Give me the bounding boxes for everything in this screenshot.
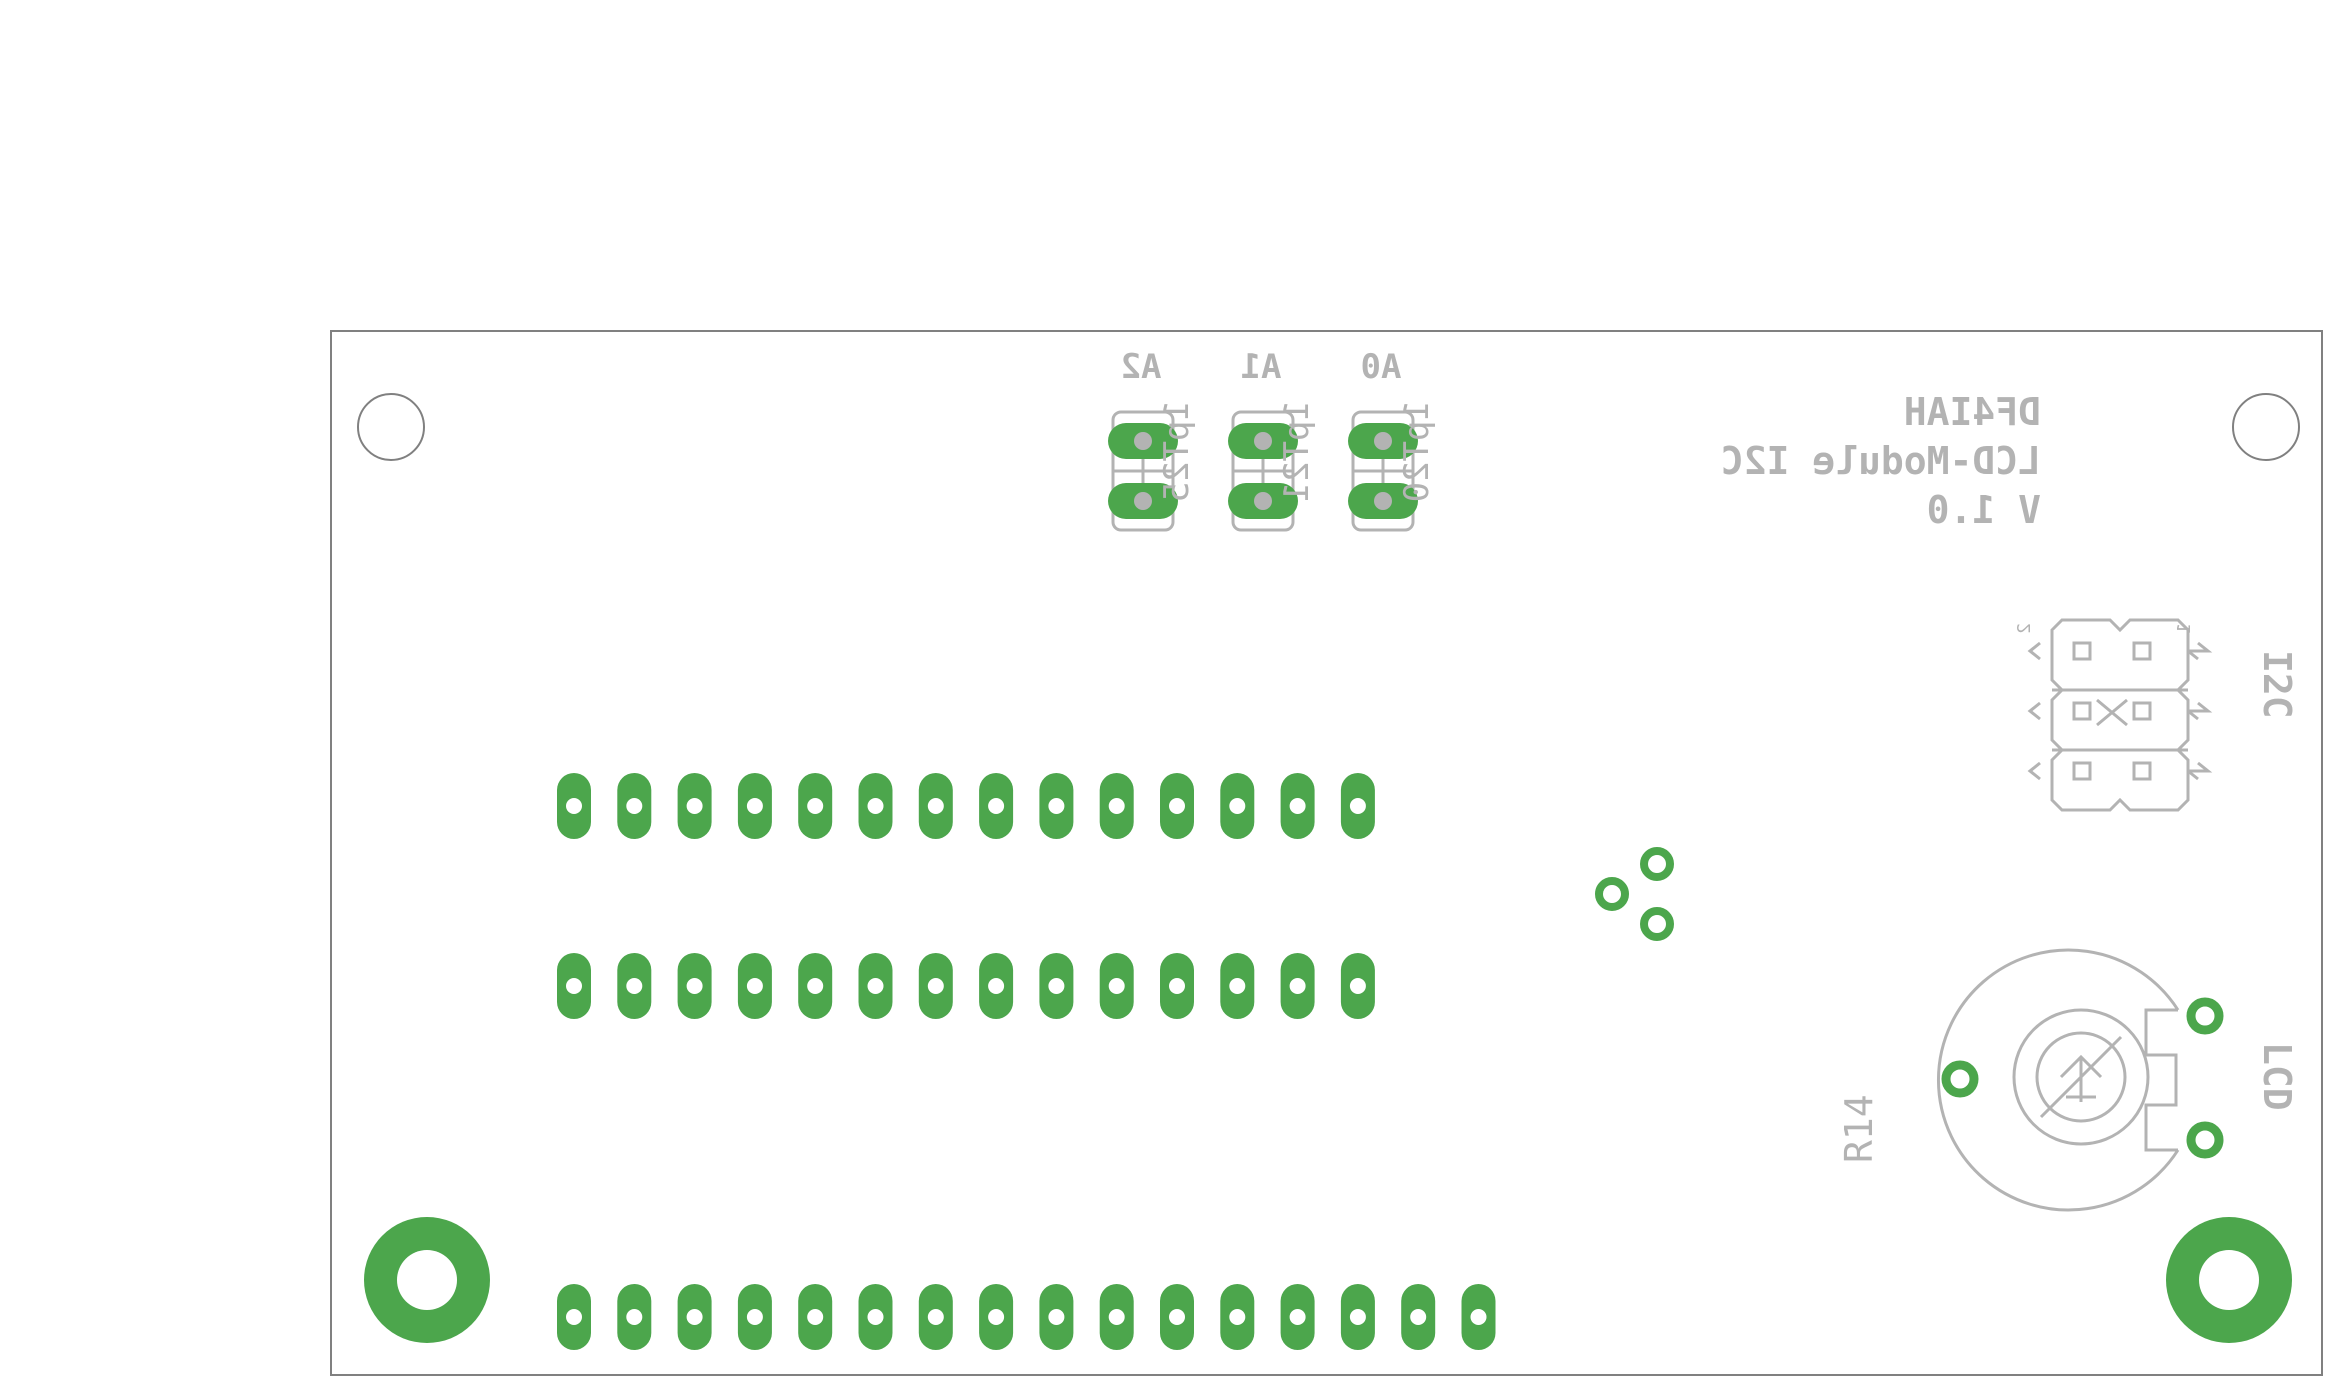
pad-row-3-drill-hole (927, 1309, 944, 1325)
jumper-a2: A2 1pT25 (1108, 347, 1197, 532)
pad-row-3-drill-hole (1349, 1309, 1366, 1325)
i2c-pin-number-1: 1 (2174, 623, 2195, 634)
pad-row-2-drill-hole (1108, 978, 1125, 994)
pad-row-3-drill-hole (1470, 1309, 1487, 1325)
board-title-line-2: LCD-Module I2C (1721, 439, 2041, 483)
pad-row-2-drill-hole (807, 978, 824, 994)
pad-row-3 (557, 1284, 1496, 1350)
pad-row-3-drill-hole (1229, 1309, 1246, 1325)
potentiometer-r14: R14 LCD (1837, 948, 2299, 1212)
pad-row-2-drill-hole (927, 978, 944, 994)
pad-row-2-drill-hole (1048, 978, 1065, 994)
board-title-line-1: DF4IAH (1904, 390, 2041, 434)
jumper-a2-side-label: 1pT25 (1157, 400, 1197, 502)
pad-row-3-drill-hole (626, 1309, 643, 1325)
pad-row-2-drill-hole (566, 978, 582, 994)
pad-row-3-drill-hole (746, 1309, 763, 1325)
pad-row-3-drill-hole (1289, 1309, 1306, 1325)
pad-row-1-drill-hole (746, 798, 763, 814)
pcb-layout: DF4IAH LCD-Module I2C V 1.0 A2 1pT25 A1 … (330, 330, 2323, 1376)
pad-row-1-drill-hole (1169, 798, 1185, 814)
pad-row-2-drill-hole (1289, 978, 1306, 994)
pad-row-3-drill-hole (686, 1309, 703, 1325)
via-group (1595, 847, 1674, 941)
pad-row-1-drill-hole (807, 798, 824, 814)
pad-row-1-drill-hole (626, 798, 643, 814)
pad-row-3-drill-hole (1169, 1309, 1185, 1325)
pad-row-1-drill-hole (1349, 798, 1366, 814)
pad-row-2 (557, 953, 1375, 1019)
jumper-a1: A1 1pT21 (1228, 347, 1317, 532)
board-title: DF4IAH LCD-Module I2C V 1.0 (1721, 390, 2041, 532)
jumper-a0-label: A0 (1361, 347, 1402, 387)
lcd-label: LCD (2255, 1042, 2299, 1111)
pad-row-3-drill-hole (566, 1309, 582, 1325)
jumper-a0: A0 1pT20 (1348, 347, 1437, 532)
pad-row-2-drill-hole (686, 978, 703, 994)
i2c-header: 2 1 I2C (2014, 618, 2299, 812)
pad-row-3-drill-hole (1108, 1309, 1125, 1325)
mounting-hole-top-left (357, 393, 425, 461)
pad-row-3-drill-hole (1410, 1309, 1427, 1325)
pad-row-1-drill-hole (1289, 798, 1306, 814)
jumper-a0-side-label: 1pT20 (1397, 400, 1437, 502)
pad-row-2-drill-hole (746, 978, 763, 994)
pad-row-3-drill-hole (988, 1309, 1005, 1325)
pad-row-1-drill-hole (1108, 798, 1125, 814)
pad-row-1-drill-hole (927, 798, 944, 814)
pad-row-2-drill-hole (1169, 978, 1185, 994)
pad-row-1-drill-hole (988, 798, 1005, 814)
pad-row-1-drill-hole (867, 798, 884, 814)
board-title-line-3: V 1.0 (1927, 488, 2041, 532)
jumper-a2-label: A2 (1121, 347, 1162, 387)
pad-row-1-drill-hole (566, 798, 582, 814)
pad-row-2-drill-hole (1229, 978, 1246, 994)
i2c-pin-number-2: 2 (2014, 623, 2035, 634)
pad-row-1-drill-hole (1048, 798, 1065, 814)
mounting-pad-bottom-left (364, 1217, 490, 1343)
jumper-a1-label: A1 (1241, 347, 1282, 387)
mounting-hole-top-right (2232, 393, 2300, 461)
pad-row-2-drill-hole (1349, 978, 1366, 994)
pad-row-2-drill-hole (867, 978, 884, 994)
pad-row-2-drill-hole (626, 978, 643, 994)
pad-row-1 (557, 773, 1375, 839)
pad-row-3-drill-hole (1048, 1309, 1065, 1325)
pad-row-1-drill-hole (686, 798, 703, 814)
pad-row-3-drill-hole (807, 1309, 824, 1325)
jumper-a1-side-label: 1pT21 (1277, 400, 1317, 502)
potentiometer-label: R14 (1837, 1094, 1881, 1163)
pad-row-3-drill-hole (867, 1309, 884, 1325)
mounting-pad-bottom-right (2166, 1217, 2292, 1343)
pad-row-2-drill-hole (988, 978, 1005, 994)
i2c-label: I2C (2255, 650, 2299, 719)
pad-row-1-drill-hole (1229, 798, 1246, 814)
